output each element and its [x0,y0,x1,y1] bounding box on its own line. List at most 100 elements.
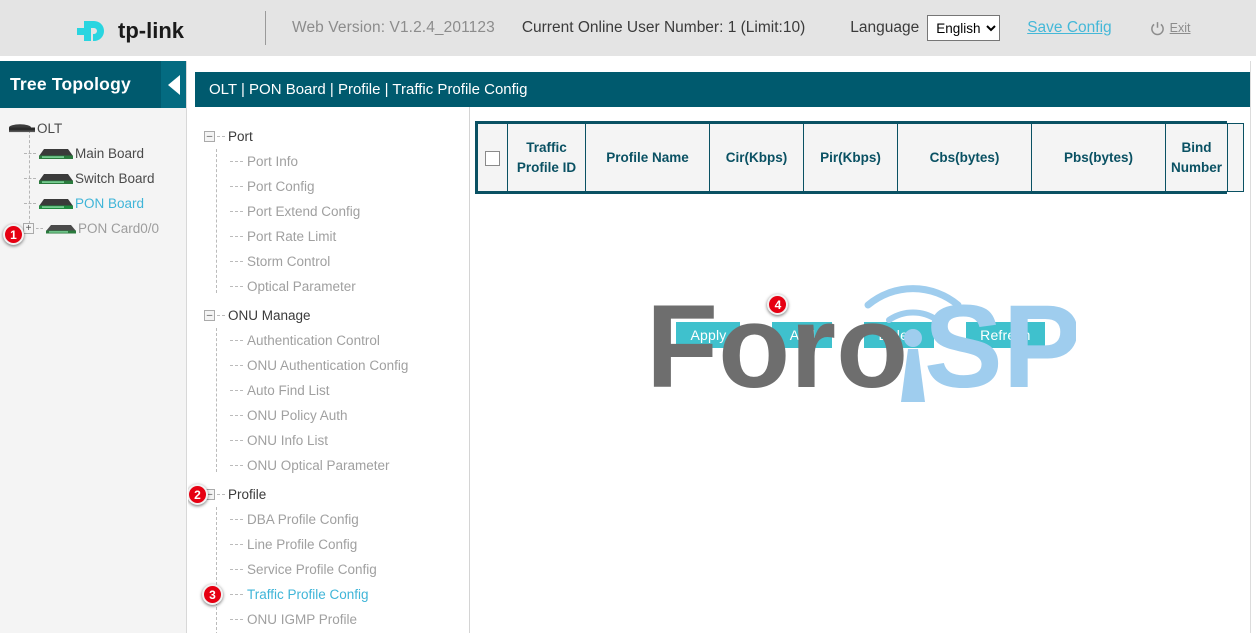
device-board-icon [38,146,74,161]
menu-group-label: Profile [228,487,266,502]
power-icon [1150,21,1165,36]
menu-dash [230,415,243,416]
checkbox-unchecked-icon[interactable] [485,151,500,166]
menu-item-optical-parameter[interactable]: Optical Parameter [188,274,469,299]
top-header: tp-link Web Version: V1.2.4_201123 Curre… [0,0,1256,56]
menu-item-onu-info-list[interactable]: ONU Info List [188,428,469,453]
table-header-cir: Cir(Kbps) [710,124,804,192]
menu-item-label: Storm Control [247,254,330,269]
menu-item-label: ONU Policy Auth [247,408,348,423]
menu-group-label: ONU Manage [228,308,311,323]
breadcrumb-text: OLT | PON Board | Profile | Traffic Prof… [195,81,527,98]
tree-node-switch-board[interactable]: Switch Board [0,166,186,191]
web-version-label: Web Version: V1.2.4_201123 [292,19,495,37]
device-board-icon [38,196,74,211]
menu-item-label: ONU Authentication Config [247,358,408,373]
tree-dash [24,203,36,204]
exit-button[interactable]: Exit [1150,21,1191,36]
refresh-button[interactable]: Refresh [966,322,1044,348]
menu-item-authentication-control[interactable]: Authentication Control [188,328,469,353]
menu-item-dba-profile-config[interactable]: DBA Profile Config [188,507,469,532]
tplink-logo-icon: tp-link [74,12,192,44]
menu-item-label: Service Profile Config [247,562,377,577]
step-badge-2: 2 [188,484,208,505]
traffic-profile-table: Traffic Profile ID Profile Name Cir(Kbps… [477,123,1244,192]
menu-item-label: ONU Info List [247,433,328,448]
tree-node-label: Main Board [75,146,144,161]
tree-collapse-button[interactable] [161,61,186,108]
svg-text:tp-link: tp-link [118,18,185,43]
tree-dash [24,153,36,154]
menu-item-port-config[interactable]: Port Config [188,174,469,199]
menu-item-label: DBA Profile Config [247,512,359,527]
tree-node-label: OLT [37,121,62,136]
menu-item-auto-find-list[interactable]: Auto Find List [188,378,469,403]
menu-item-label: ONU Optical Parameter [247,458,390,473]
step-badge-4: 4 [767,294,788,315]
menu-item-storm-control[interactable]: Storm Control [188,249,469,274]
breadcrumb: OLT | PON Board | Profile | Traffic Prof… [195,72,1250,107]
menu-item-onu-optical-parameter[interactable]: ONU Optical Parameter [188,453,469,478]
exit-label: Exit [1170,21,1191,35]
tree-node-label: PON Card0/0 [78,221,159,236]
menu-item-label: Auto Find List [247,383,330,398]
menu-dash [230,390,243,391]
table-header-spacer [1228,124,1244,192]
menu-dash [217,136,225,137]
tree-dash [24,178,36,179]
step-badge-1: 1 [3,224,24,245]
header-separator [0,56,1256,61]
menu-dash [217,494,225,495]
menu-dash [230,286,243,287]
table-header-select-all[interactable] [478,124,508,192]
tree-node-pon-card[interactable]: + PON Card0/0 [0,216,186,241]
menu-item-traffic-profile-config[interactable]: Traffic Profile Config 3 [188,582,469,607]
tree-node-main-board[interactable]: Main Board [0,141,186,166]
menu-dash [230,236,243,237]
step-badge-3: 3 [202,584,223,605]
menu-item-label: Port Extend Config [247,204,360,219]
menu-group-onu-manage[interactable]: – ONU Manage [188,303,469,328]
tree-node-label: PON Board [75,196,144,211]
menu-item-service-profile-config[interactable]: Service Profile Config [188,557,469,582]
menu-dash [230,465,243,466]
menu-item-port-extend-config[interactable]: Port Extend Config [188,199,469,224]
menu-group-profile[interactable]: – Profile 2 [188,482,469,507]
menu-dash [230,619,243,620]
add-button[interactable]: Add [772,322,832,348]
menu-item-line-profile-config[interactable]: Line Profile Config [188,532,469,557]
menu-item-label: ONU IGMP Profile [247,612,357,627]
menu-item-port-rate-limit[interactable]: Port Rate Limit [188,224,469,249]
tree-topology-header: Tree Topology [0,61,186,108]
tree-topology-title: Tree Topology [0,74,131,95]
menu-item-label: Port Rate Limit [247,229,336,244]
device-olt-icon [8,122,36,135]
menu-item-port-info[interactable]: Port Info [188,149,469,174]
menu-item-label: Port Config [247,179,315,194]
apply-button[interactable]: Apply [676,322,740,348]
menu-item-onu-igmp-profile[interactable]: ONU IGMP Profile [188,607,469,632]
menu-expander-minus-icon[interactable]: – [204,310,215,321]
menu-item-label: Port Info [247,154,298,169]
delete-button[interactable]: Delete [864,322,934,348]
menu-item-onu-authentication-config[interactable]: ONU Authentication Config [188,353,469,378]
tree-node-olt[interactable]: OLT [0,116,186,141]
menu-expander-minus-icon[interactable]: – [204,131,215,142]
header-info: Web Version: V1.2.4_201123 Current Onlin… [266,0,1256,56]
device-card-icon [45,222,77,236]
menu-item-label: Optical Parameter [247,279,356,294]
online-user-count-label: Current Online User Number: 1 (Limit:10) [522,19,805,37]
language-select[interactable]: English [927,15,1000,41]
chevron-left-icon [168,75,180,95]
save-config-link[interactable]: Save Config [1027,19,1111,37]
menu-group-port[interactable]: – Port [188,124,469,149]
table-header-profile-name: Profile Name [586,124,710,192]
tree-dash [36,228,43,229]
menu-item-label: Authentication Control [247,333,380,348]
table-header-cbs: Cbs(bytes) [898,124,1032,192]
table-header: Traffic Profile ID Profile Name Cir(Kbps… [478,124,1244,192]
menu-item-onu-policy-auth[interactable]: ONU Policy Auth [188,403,469,428]
tree-expander-plus-icon[interactable]: + [23,223,34,234]
right-edge-strip [1250,61,1256,633]
tree-node-pon-board[interactable]: PON Board [0,191,186,216]
